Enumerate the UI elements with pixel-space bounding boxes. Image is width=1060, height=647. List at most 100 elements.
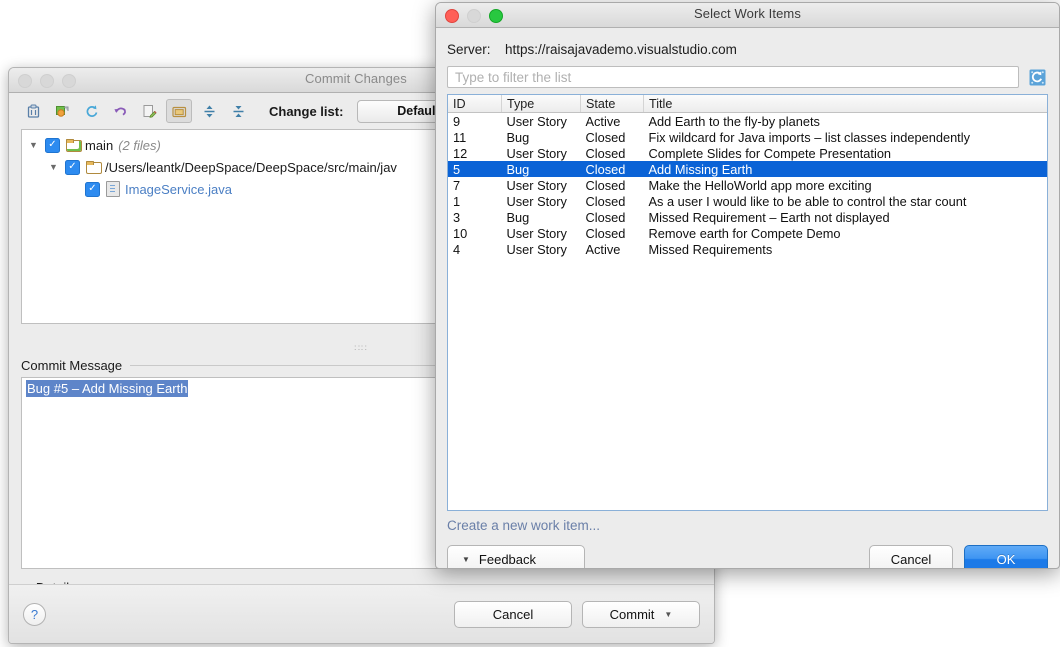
cell-title: Complete Slides for Compete Presentation [644, 145, 1048, 161]
chevron-down-icon[interactable]: ▼ [664, 610, 672, 619]
server-row: Server: https://raisajavademo.visualstud… [447, 38, 1048, 60]
cell-state: Closed [581, 161, 644, 177]
revert-icon[interactable] [108, 100, 132, 122]
cell-type: User Story [502, 177, 581, 193]
cell-id: 3 [448, 209, 502, 225]
filter-input[interactable]: Type to filter the list [447, 66, 1019, 88]
cell-type: Bug [502, 161, 581, 177]
group-by-directory-icon[interactable] [166, 99, 192, 123]
cell-type: User Story [502, 225, 581, 241]
tree-item-label: ImageService.java [125, 182, 232, 197]
refresh-icon[interactable] [1026, 66, 1048, 88]
work-items-table: ID Type State Title 9 User Story Active … [448, 95, 1047, 257]
table-row[interactable]: 3 Bug Closed Missed Requirement – Earth … [448, 209, 1047, 225]
table-row-selected[interactable]: 5 Bug Closed Add Missing Earth [448, 161, 1047, 177]
table-body: 9 User Story Active Add Earth to the fly… [448, 113, 1047, 258]
table-row[interactable]: 4 User Story Active Missed Requirements [448, 241, 1047, 257]
cell-id: 12 [448, 145, 502, 161]
disclosure-triangle-icon[interactable]: ▼ [28, 140, 39, 150]
work-items-table-container[interactable]: ID Type State Title 9 User Story Active … [447, 94, 1048, 511]
chevron-down-icon: ▼ [462, 555, 470, 564]
tree-item-meta: (2 files) [118, 138, 161, 153]
cell-type: User Story [502, 145, 581, 161]
feedback-button-label: Feedback [479, 552, 536, 567]
cell-title: Missed Requirement – Earth not displayed [644, 209, 1048, 225]
row-checkbox[interactable]: ✓ [45, 138, 60, 153]
cell-id: 7 [448, 177, 502, 193]
cell-id: 4 [448, 241, 502, 257]
cell-state: Closed [581, 129, 644, 145]
cell-id: 1 [448, 193, 502, 209]
select-work-items-dialog: Select Work Items Server: https://raisaj… [435, 2, 1060, 569]
cell-type: User Story [502, 241, 581, 257]
diff-icon[interactable] [137, 100, 161, 122]
disclosure-triangle-icon[interactable]: ▼ [48, 162, 59, 172]
tree-item-label: main [85, 138, 113, 153]
feedback-button[interactable]: ▼ Feedback [447, 545, 585, 569]
cell-type: User Story [502, 113, 581, 130]
row-checkbox[interactable]: ✓ [85, 182, 100, 197]
cell-state: Closed [581, 193, 644, 209]
column-header-type[interactable]: Type [502, 95, 581, 113]
create-work-item-link[interactable]: Create a new work item... [447, 518, 1048, 533]
cell-id: 11 [448, 129, 502, 145]
cell-title: Add Earth to the fly-by planets [644, 113, 1048, 130]
cell-title: Make the HelloWorld app more exciting [644, 177, 1048, 193]
table-row[interactable]: 1 User Story Closed As a user I would li… [448, 193, 1047, 209]
changelist-label: Change list: [269, 104, 343, 119]
table-row[interactable]: 11 Bug Closed Fix wildcard for Java impo… [448, 129, 1047, 145]
dialog-cancel-button[interactable]: Cancel [869, 545, 953, 569]
table-row[interactable]: 10 User Story Closed Remove earth for Co… [448, 225, 1047, 241]
table-row[interactable]: 12 User Story Closed Complete Slides for… [448, 145, 1047, 161]
cell-type: Bug [502, 129, 581, 145]
tree-item-label: /Users/leantk/DeepSpace/DeepSpace/src/ma… [105, 160, 397, 175]
cell-title: As a user I would like to be able to con… [644, 193, 1048, 209]
column-header-id[interactable]: ID [448, 95, 502, 113]
cell-state: Closed [581, 225, 644, 241]
dialog-titlebar[interactable]: Select Work Items [436, 3, 1059, 28]
row-checkbox[interactable]: ✓ [65, 160, 80, 175]
help-button[interactable]: ? [23, 603, 46, 626]
dialog-footer: ▼ Feedback Cancel OK [447, 545, 1048, 569]
refresh-icon[interactable] [79, 100, 103, 122]
commit-message-label: Commit Message [21, 358, 122, 373]
server-url: https://raisajavademo.visualstudio.com [505, 42, 737, 57]
commit-icon[interactable] [21, 100, 45, 122]
cell-title: Add Missing Earth [644, 161, 1048, 177]
cell-id: 9 [448, 113, 502, 130]
commit-message-text: Bug #5 – Add Missing Earth [26, 380, 188, 397]
cancel-button-label: Cancel [493, 607, 533, 622]
table-header-row: ID Type State Title [448, 95, 1047, 113]
cell-state: Active [581, 113, 644, 130]
cell-id: 5 [448, 161, 502, 177]
table-row[interactable]: 7 User Story Closed Make the HelloWorld … [448, 177, 1047, 193]
commit-button[interactable]: Commit ▼ [582, 601, 700, 628]
table-row[interactable]: 9 User Story Active Add Earth to the fly… [448, 113, 1047, 130]
column-header-title[interactable]: Title [644, 95, 1048, 113]
expand-all-icon[interactable] [197, 100, 221, 122]
changelist-folder-icon [66, 139, 81, 151]
column-header-state[interactable]: State [581, 95, 644, 113]
commit-window-footer: ? Cancel Commit ▼ [9, 584, 714, 643]
cell-state: Closed [581, 209, 644, 225]
server-label: Server: [447, 42, 505, 57]
shelve-icon[interactable] [50, 100, 74, 122]
folder-icon [86, 161, 101, 173]
screen: Commit Changes [0, 0, 1060, 647]
dialog-title: Select Work Items [436, 6, 1059, 21]
java-file-icon [106, 181, 120, 197]
collapse-all-icon[interactable] [226, 100, 250, 122]
cell-state: Closed [581, 145, 644, 161]
changelist-value: Default [397, 104, 439, 118]
dialog-ok-button[interactable]: OK [964, 545, 1048, 569]
cell-state: Closed [581, 177, 644, 193]
filter-row: Type to filter the list [447, 66, 1048, 88]
cell-title: Remove earth for Compete Demo [644, 225, 1048, 241]
cell-state: Active [581, 241, 644, 257]
cell-type: Bug [502, 209, 581, 225]
table-header: ID Type State Title [448, 95, 1047, 113]
cancel-button[interactable]: Cancel [454, 601, 572, 628]
commit-button-label: Commit [610, 607, 655, 622]
cell-id: 10 [448, 225, 502, 241]
dialog-body: Server: https://raisajavademo.visualstud… [436, 28, 1059, 569]
